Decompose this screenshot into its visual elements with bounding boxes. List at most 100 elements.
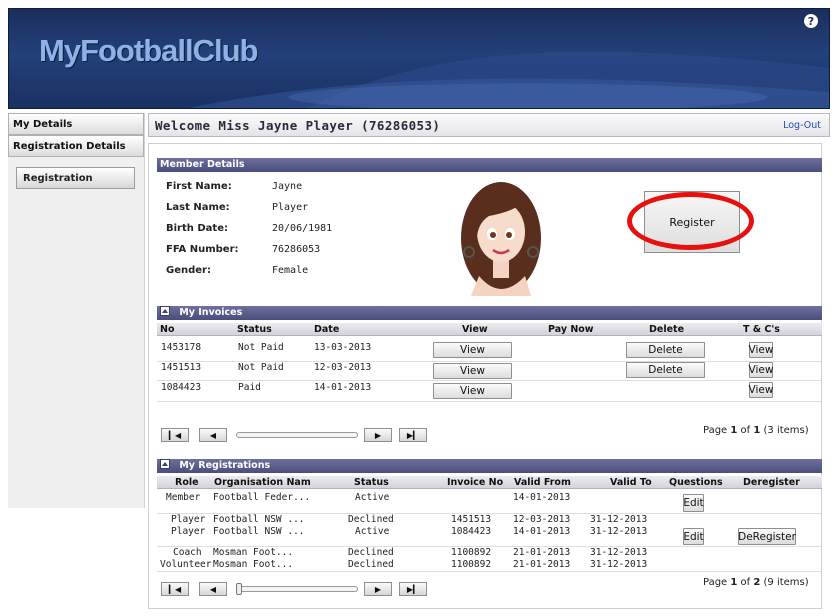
page-of: of: [737, 425, 754, 436]
row-divider: [157, 571, 822, 572]
row-divider: [157, 380, 822, 381]
invoice-no: 1453178: [161, 342, 202, 353]
delete-invoice-button[interactable]: Delete: [626, 342, 705, 358]
ffa-number-value: 76286053: [272, 244, 321, 255]
last-page-button[interactable]: ▶▎: [399, 428, 427, 442]
gender-label: Gender:: [166, 265, 211, 276]
member-details-header: Member Details: [157, 158, 822, 172]
reg-valid-from: 14-01-2013: [513, 492, 571, 503]
invoice-date: 13-03-2013: [314, 342, 372, 353]
reg-org: Mosman Foot...: [213, 547, 294, 558]
reg-valid-to: 31-12-2013: [590, 526, 648, 537]
edit-questions-button[interactable]: Edit: [683, 528, 704, 545]
item-count: (9 items): [760, 577, 809, 588]
member-details-title: Member Details: [160, 159, 245, 170]
view-invoice-button[interactable]: View: [433, 363, 512, 379]
invoices-header: My Invoices: [157, 306, 822, 320]
logout-link[interactable]: Log-Out: [783, 120, 821, 131]
sidebar-item-registration-details[interactable]: Registration Details: [8, 135, 144, 157]
column-header: No: [160, 324, 175, 335]
reg-invoice: 1451513: [451, 514, 492, 525]
column-header: Status: [237, 324, 272, 335]
reg-valid-to: 31-12-2013: [590, 559, 648, 570]
page-title: Welcome Miss Jayne Player (76286053): [155, 118, 441, 133]
edit-questions-button[interactable]: Edit: [683, 494, 704, 512]
view-invoice-button[interactable]: View: [433, 383, 512, 399]
page-info: Page 1 of 1 (3 items): [703, 425, 809, 436]
column-header: Valid From: [514, 477, 571, 488]
reg-valid-from: 14-01-2013: [513, 526, 571, 537]
ffa-number-label: FFA Number:: [166, 244, 239, 255]
app-logo: MyFootballClub: [39, 33, 258, 68]
column-header: T & C's: [743, 324, 780, 335]
reg-role: Volunteer: [160, 559, 212, 570]
next-page-button[interactable]: ▶: [364, 582, 392, 596]
item-count: (3 items): [760, 425, 809, 436]
slider-thumb[interactable]: [236, 583, 242, 595]
invoice-date: 14-01-2013: [314, 382, 372, 393]
registrations-header: My Registrations: [157, 459, 822, 473]
reg-invoice: 1084423: [451, 526, 492, 537]
reg-org: Football NSW ...: [213, 526, 305, 537]
column-header: Questions: [669, 477, 723, 488]
invoice-date: 12-03-2013: [314, 362, 372, 373]
reg-valid-to: 31-12-2013: [590, 514, 648, 525]
reg-invoice: 1100892: [451, 547, 492, 558]
reg-valid-from: 21-01-2013: [513, 547, 571, 558]
view-terms-button[interactable]: View: [749, 382, 773, 398]
reg-status: Declined: [348, 559, 394, 570]
welcome-bar: Welcome Miss Jayne Player (76286053) Log…: [148, 113, 830, 137]
birth-date-label: Birth Date:: [166, 223, 228, 234]
collapse-toggle-icon[interactable]: [160, 306, 170, 316]
reg-invoice: 1100892: [451, 559, 492, 570]
avatar: [449, 176, 553, 296]
page-slider[interactable]: [236, 432, 358, 438]
sidebar-item-registration[interactable]: Registration: [16, 167, 135, 189]
last-page-button[interactable]: ▶▎: [399, 582, 427, 596]
view-terms-button[interactable]: View: [749, 342, 773, 358]
row-divider: [157, 401, 822, 402]
column-header: Role: [175, 477, 199, 488]
last-name-value: Player: [272, 202, 309, 213]
reg-valid-from: 21-01-2013: [513, 559, 571, 570]
prev-page-button[interactable]: ◀: [199, 428, 227, 442]
header-banner: MyFootballClub ?: [8, 8, 830, 109]
page-slider[interactable]: [236, 586, 358, 592]
column-header: Valid To: [610, 477, 652, 488]
reg-valid-to: 31-12-2013: [590, 547, 648, 558]
register-button[interactable]: Register: [644, 191, 740, 253]
invoice-status: Not Paid: [238, 362, 284, 373]
first-page-button[interactable]: ▎◀: [161, 428, 189, 442]
first-name-value: Jayne: [272, 181, 303, 192]
first-name-label: First Name:: [166, 181, 232, 192]
page-of: of: [737, 577, 754, 588]
reg-role: Coach: [173, 547, 202, 558]
avatar-illustration: [461, 182, 541, 296]
view-terms-button[interactable]: View: [749, 362, 773, 378]
delete-invoice-button[interactable]: Delete: [626, 362, 705, 378]
column-header: Delete: [649, 324, 685, 335]
first-page-button[interactable]: ▎◀: [161, 582, 189, 596]
reg-status: Declined: [348, 514, 394, 525]
collapse-toggle-icon[interactable]: [160, 459, 170, 469]
view-invoice-button[interactable]: View: [433, 342, 512, 358]
reg-role: Player: [171, 514, 206, 525]
prev-page-button[interactable]: ◀: [199, 582, 227, 596]
reg-org: Football Feder...: [213, 492, 311, 503]
reg-org: Mosman Foot...: [213, 559, 294, 570]
page-prefix: Page: [703, 577, 731, 588]
registrations-table-header: Role Organisation Nam Status Invoice No …: [157, 476, 822, 489]
column-header: View: [462, 324, 488, 335]
deregister-button[interactable]: DeRegister: [738, 528, 796, 545]
birth-date-value: 20/06/1981: [272, 223, 333, 234]
reg-status: Active: [355, 526, 390, 537]
reg-role: Member: [166, 492, 201, 503]
invoices-title: My Invoices: [179, 307, 243, 318]
column-header: Deregister: [743, 477, 800, 488]
sidebar-item-my-details[interactable]: My Details: [8, 113, 144, 135]
help-icon[interactable]: ?: [803, 13, 819, 29]
invoice-status: Paid: [238, 382, 261, 393]
column-header: Status: [354, 477, 389, 488]
page-prefix: Page: [703, 425, 731, 436]
next-page-button[interactable]: ▶: [364, 428, 392, 442]
